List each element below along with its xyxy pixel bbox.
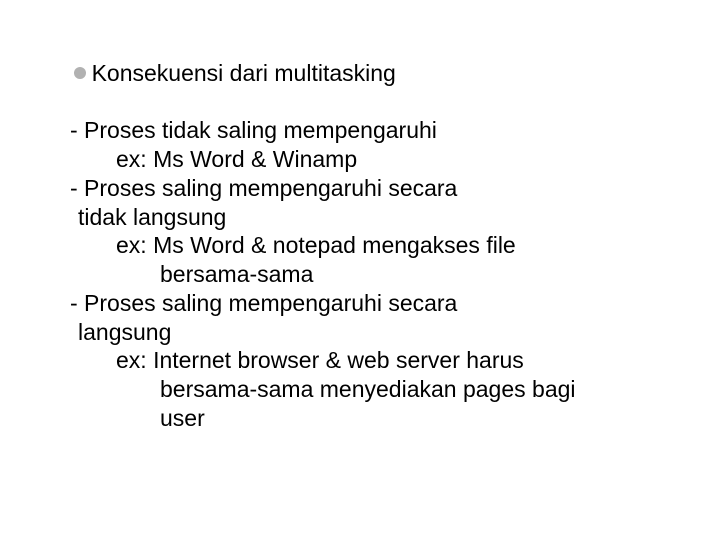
example-3-cont-2: user: [48, 404, 720, 433]
sub-item-3: - Proses saling mempengaruhi secara: [48, 289, 720, 318]
example-1: ex: Ms Word & Winamp: [48, 145, 720, 174]
sub-item-3-cont: langsung: [48, 318, 720, 347]
sub-item-1: - Proses tidak saling mempengaruhi: [48, 116, 720, 145]
bullet-heading: Konsekuensi dari multitasking: [92, 60, 396, 86]
example-3-cont-1: bersama-sama menyediakan pages bagi: [48, 375, 720, 404]
sub-item-2: - Proses saling mempengaruhi secara: [48, 174, 720, 203]
example-3: ex: Internet browser & web server harus: [48, 346, 720, 375]
example-2-cont: bersama-sama: [48, 260, 720, 289]
example-2: ex: Ms Word & notepad mengakses file: [48, 231, 720, 260]
bullet-icon: [74, 67, 86, 79]
bullet-line: Konsekuensi dari multitasking: [48, 30, 720, 116]
slide: Konsekuensi dari multitasking - Proses t…: [0, 0, 720, 540]
sub-item-2-cont: tidak langsung: [48, 203, 720, 232]
